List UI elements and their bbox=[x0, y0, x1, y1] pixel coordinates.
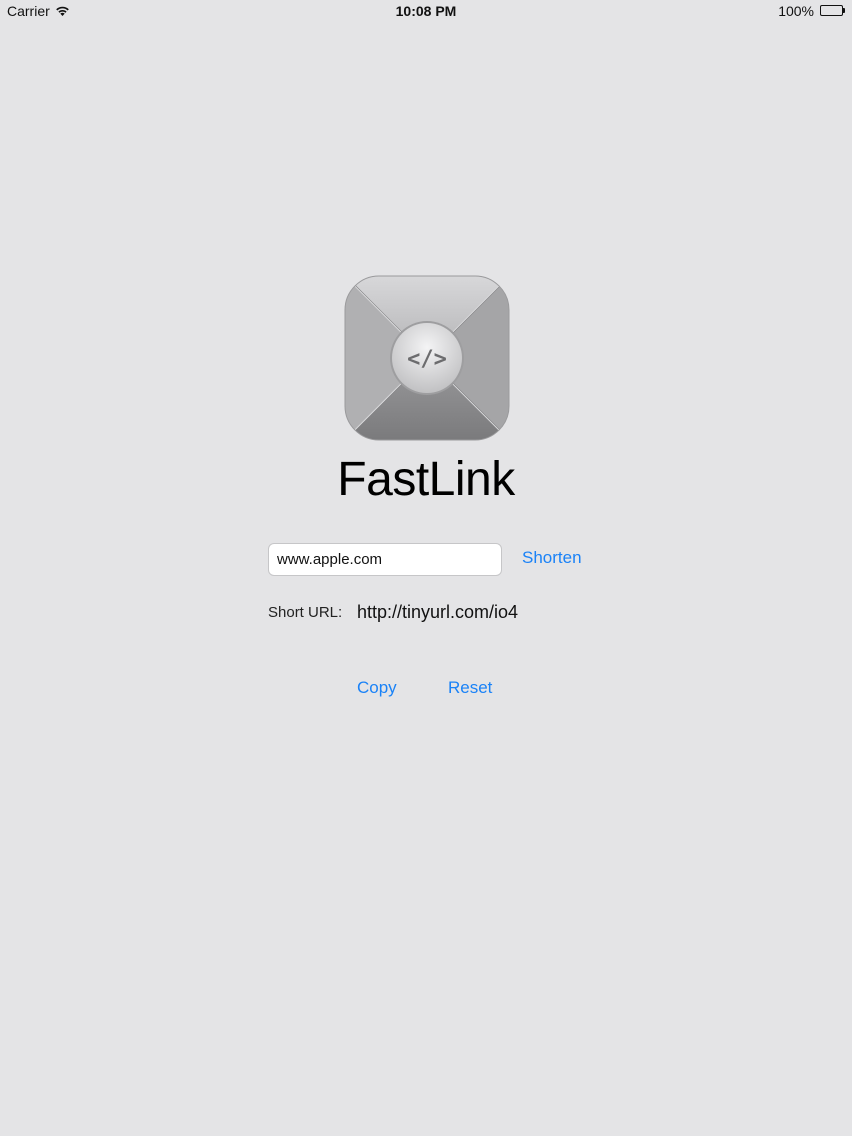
short-url-value: http://tinyurl.com/io4 bbox=[357, 602, 519, 622]
copy-button[interactable]: Copy bbox=[357, 678, 397, 698]
short-url-label: Short URL: bbox=[268, 604, 343, 621]
shorten-button[interactable]: Shorten bbox=[522, 548, 582, 568]
status-time: 10:08 PM bbox=[395, 3, 457, 19]
status-bar: Carrier 10:08 PM 100% bbox=[0, 0, 852, 24]
fastlink-app-icon: </> bbox=[344, 275, 510, 441]
code-glyph: </> bbox=[407, 347, 447, 372]
battery-percent: 100% bbox=[778, 3, 814, 19]
app-title: FastLink bbox=[337, 453, 515, 506]
battery-icon bbox=[820, 5, 846, 17]
url-input[interactable] bbox=[268, 543, 502, 576]
reset-button[interactable]: Reset bbox=[448, 678, 492, 698]
